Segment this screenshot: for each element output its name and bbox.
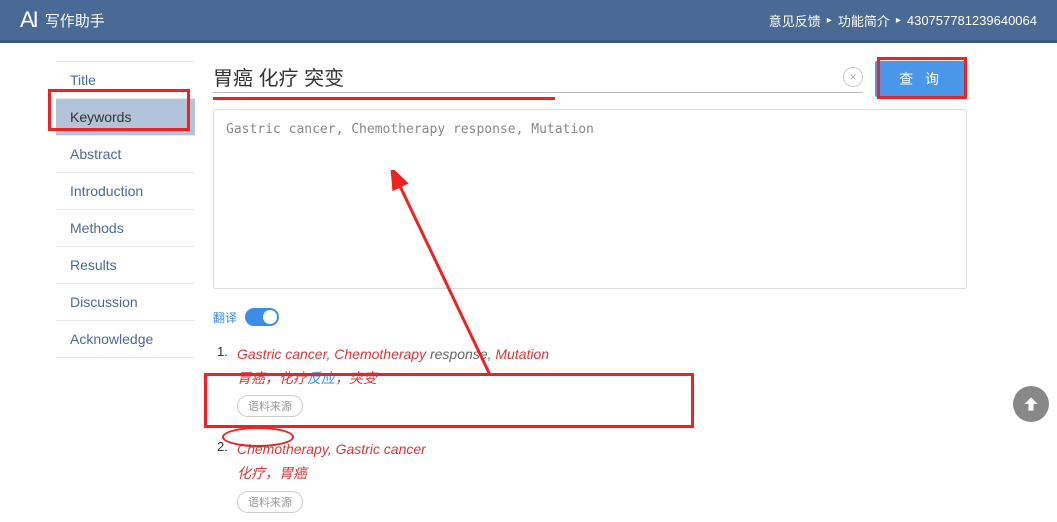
sidebar: TitleKeywordsAbstractIntroductionMethods… [0,43,195,522]
sidebar-item-acknowledge[interactable]: Acknowledge [56,321,195,358]
logo-area: AI 写作助手 [20,7,105,33]
nav-sep: ▸ [896,15,901,26]
translate-label: 翻译 [213,309,237,326]
sidebar-item-abstract[interactable]: Abstract [56,136,195,173]
query-button[interactable]: 查 询 [875,61,967,97]
sidebar-item-methods[interactable]: Methods [56,210,195,247]
search-row: × 查 询 [213,61,967,97]
result-item: 1. Gastric cancer, Chemotherapy response,… [217,344,967,417]
nav-sep: ▸ [827,15,832,26]
results-list: 1. Gastric cancer, Chemotherapy response,… [213,344,967,513]
result-number: 1. [217,344,228,359]
nav-user-id[interactable]: 430757781239640064 [907,13,1037,28]
sidebar-item-title[interactable]: Title [56,61,195,99]
clear-icon[interactable]: × [843,67,863,87]
search-box: × [213,65,863,93]
nav-feedback[interactable]: 意见反馈 [769,11,821,30]
result-english[interactable]: Chemotherapy, Gastric cancer [237,439,967,460]
arrow-up-icon [1021,394,1041,414]
sidebar-item-results[interactable]: Results [56,247,195,284]
sidebar-item-introduction[interactable]: Introduction [56,173,195,210]
header-nav: 意见反馈 ▸ 功能简介 ▸ 430757781239640064 [769,11,1037,30]
logo-subtitle: 写作助手 [45,10,105,31]
scroll-top-button[interactable] [1013,386,1049,422]
translate-toggle[interactable] [245,308,279,326]
result-chinese[interactable]: 化疗，胃癌 [237,462,967,484]
translate-row: 翻译 [213,308,967,326]
search-input[interactable] [213,65,843,88]
main-panel: × 查 询 翻译 1. Gastric cancer, Chemotherapy … [195,43,1057,522]
result-chinese[interactable]: 胃癌，化疗反应，突变 [237,367,967,389]
sidebar-item-discussion[interactable]: Discussion [56,284,195,321]
result-english[interactable]: Gastric cancer, Chemotherapy response, M… [237,344,967,365]
nav-features[interactable]: 功能简介 [838,11,890,30]
result-number: 2. [217,439,228,454]
header: AI 写作助手 意见反馈 ▸ 功能简介 ▸ 430757781239640064 [0,0,1057,40]
source-button[interactable]: 语料来源 [237,395,303,417]
result-item: 2. Chemotherapy, Gastric cancer化疗，胃癌语料来源 [217,439,967,512]
toggle-knob [263,310,277,324]
source-button[interactable]: 语料来源 [237,491,303,513]
output-textarea[interactable] [213,109,967,289]
logo-text: AI [20,7,37,33]
sidebar-item-keywords[interactable]: Keywords [56,99,195,136]
